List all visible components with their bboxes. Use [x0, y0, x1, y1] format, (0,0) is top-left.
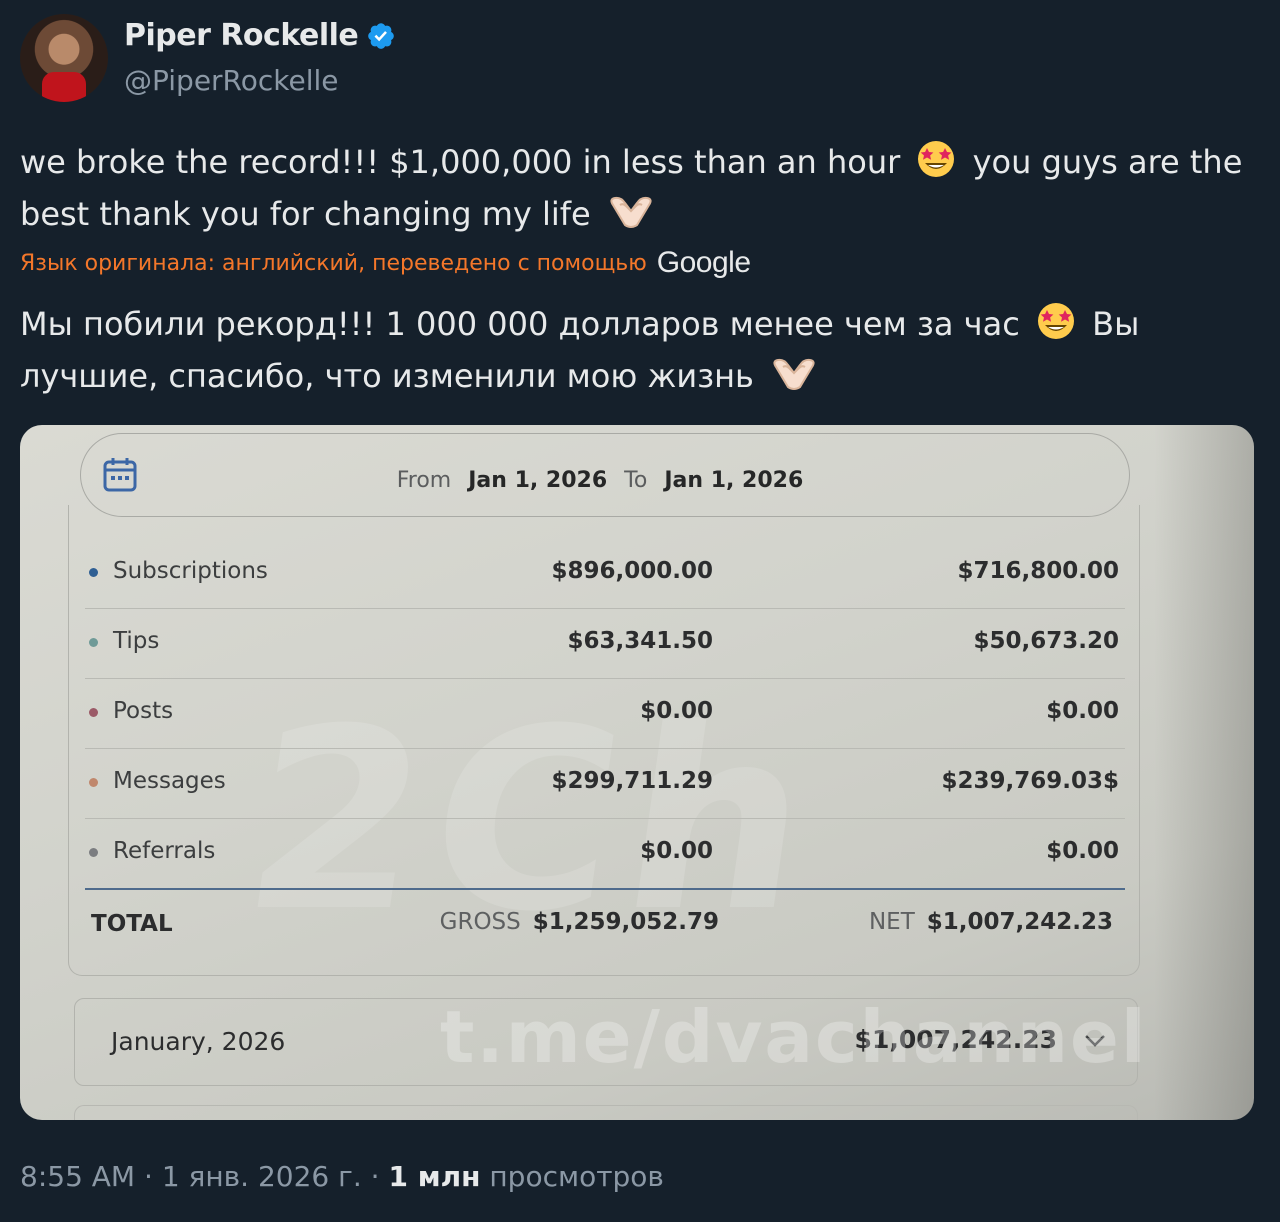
heart-hands-emoji-icon: [610, 196, 652, 228]
row-label: Referrals: [113, 838, 216, 864]
gross-total: GROSS $1,259,052.79: [440, 909, 719, 935]
star-struck-emoji-icon: [1037, 303, 1074, 339]
row-gross: $896,000.00: [551, 558, 713, 584]
row-net: $0.00: [1046, 698, 1119, 724]
verified-badge-icon: [368, 22, 395, 49]
earnings-card: Subscriptions $896,000.00 $716,800.00 Ti…: [68, 505, 1140, 976]
translated-text-part1: Мы побили рекорд!!! 1 000 000 долларов м…: [20, 305, 1020, 343]
heart-hands-emoji-icon: [773, 358, 815, 390]
earnings-row-subscriptions: Subscriptions $896,000.00 $716,800.00: [85, 538, 1125, 609]
attached-photo[interactable]: 2Ch From Jan 1, 2026 To Jan 1, 2026 Subs…: [20, 425, 1254, 1120]
row-net: $0.00: [1046, 838, 1119, 864]
to-date: Jan 1, 2026: [664, 468, 804, 493]
earnings-row-posts: Posts $0.00 $0.00: [85, 678, 1125, 749]
row-dot: [89, 778, 98, 787]
tweet-header: Piper Rockelle @PiperRockelle: [20, 14, 720, 104]
total-row: TOTAL GROSS $1,259,052.79 NET $1,007,242.2…: [91, 905, 1125, 955]
tweet-time[interactable]: 8:55 AM: [20, 1160, 135, 1193]
to-label: To: [624, 468, 648, 493]
earnings-row-messages: Messages $299,711.29 $239,769.03$: [85, 748, 1125, 819]
row-gross: $0.00: [640, 698, 713, 724]
total-label: TOTAL: [91, 911, 173, 937]
row-dot: [89, 638, 98, 647]
row-dot: [89, 708, 98, 717]
views-count: 1 млн: [388, 1160, 481, 1193]
row-gross: $63,341.50: [567, 628, 713, 654]
row-label: Tips: [113, 628, 160, 654]
avatar[interactable]: [20, 14, 108, 102]
star-struck-emoji-icon: [918, 141, 955, 177]
author-name-row: Piper Rockelle: [124, 18, 396, 53]
gross-tag: GROSS: [439, 909, 521, 935]
earnings-row-referrals: Referrals $0.00 $0.00: [85, 818, 1125, 890]
handle[interactable]: @PiperRockelle: [124, 64, 339, 97]
translated-text: Мы побили рекорд!!! 1 000 000 долларов м…: [20, 298, 1260, 402]
row-net: $716,800.00: [957, 558, 1119, 584]
tweet-text-part1: we broke the record!!! $1,000,000 in les…: [20, 143, 901, 181]
photo-shadow-edge: [1154, 425, 1254, 1120]
net-tag: NET: [868, 909, 915, 935]
net-total-value: $1,007,242.23: [926, 909, 1113, 935]
translation-note: Язык оригинала: английский, переведено с…: [20, 246, 751, 280]
tweet-text: we broke the record!!! $1,000,000 in les…: [20, 136, 1260, 240]
row-dot: [89, 848, 98, 857]
month-amount: $1,007,242.23: [854, 1025, 1057, 1054]
gross-total-value: $1,259,052.79: [532, 909, 719, 935]
next-month-card: [74, 1105, 1138, 1120]
row-label: Messages: [113, 768, 226, 794]
net-total: NET $1,007,242.23: [869, 909, 1113, 935]
row-gross: $0.00: [640, 838, 713, 864]
display-name[interactable]: Piper Rockelle: [124, 18, 359, 53]
meta-separator: ·: [144, 1160, 162, 1193]
tweet-meta: 8:55 AM · 1 янв. 2026 г. · 1 млн просмот…: [20, 1160, 664, 1193]
date-range-text: From Jan 1, 2026 To Jan 1, 2026: [81, 468, 1129, 493]
row-label: Subscriptions: [113, 558, 268, 584]
from-date: Jan 1, 2026: [468, 468, 608, 493]
from-label: From: [396, 468, 452, 493]
month-summary-row[interactable]: January, 2026 $1,007,242.23: [74, 998, 1138, 1086]
earnings-row-tips: Tips $63,341.50 $50,673.20: [85, 608, 1125, 679]
tweet-date[interactable]: 1 янв. 2026 г.: [162, 1160, 362, 1193]
meta-separator: ·: [370, 1160, 389, 1193]
row-net: $50,673.20: [973, 628, 1119, 654]
row-gross: $299,711.29: [551, 768, 713, 794]
views-label: просмотров: [489, 1160, 664, 1193]
row-label: Posts: [113, 698, 174, 724]
chevron-down-icon[interactable]: [1083, 1033, 1107, 1049]
translation-note-text: Язык оригинала: английский, переведено с…: [20, 250, 647, 276]
google-logo[interactable]: Google: [657, 246, 751, 280]
row-dot: [89, 568, 98, 577]
row-net: $239,769.03$: [941, 768, 1119, 794]
month-label: January, 2026: [111, 1027, 286, 1056]
